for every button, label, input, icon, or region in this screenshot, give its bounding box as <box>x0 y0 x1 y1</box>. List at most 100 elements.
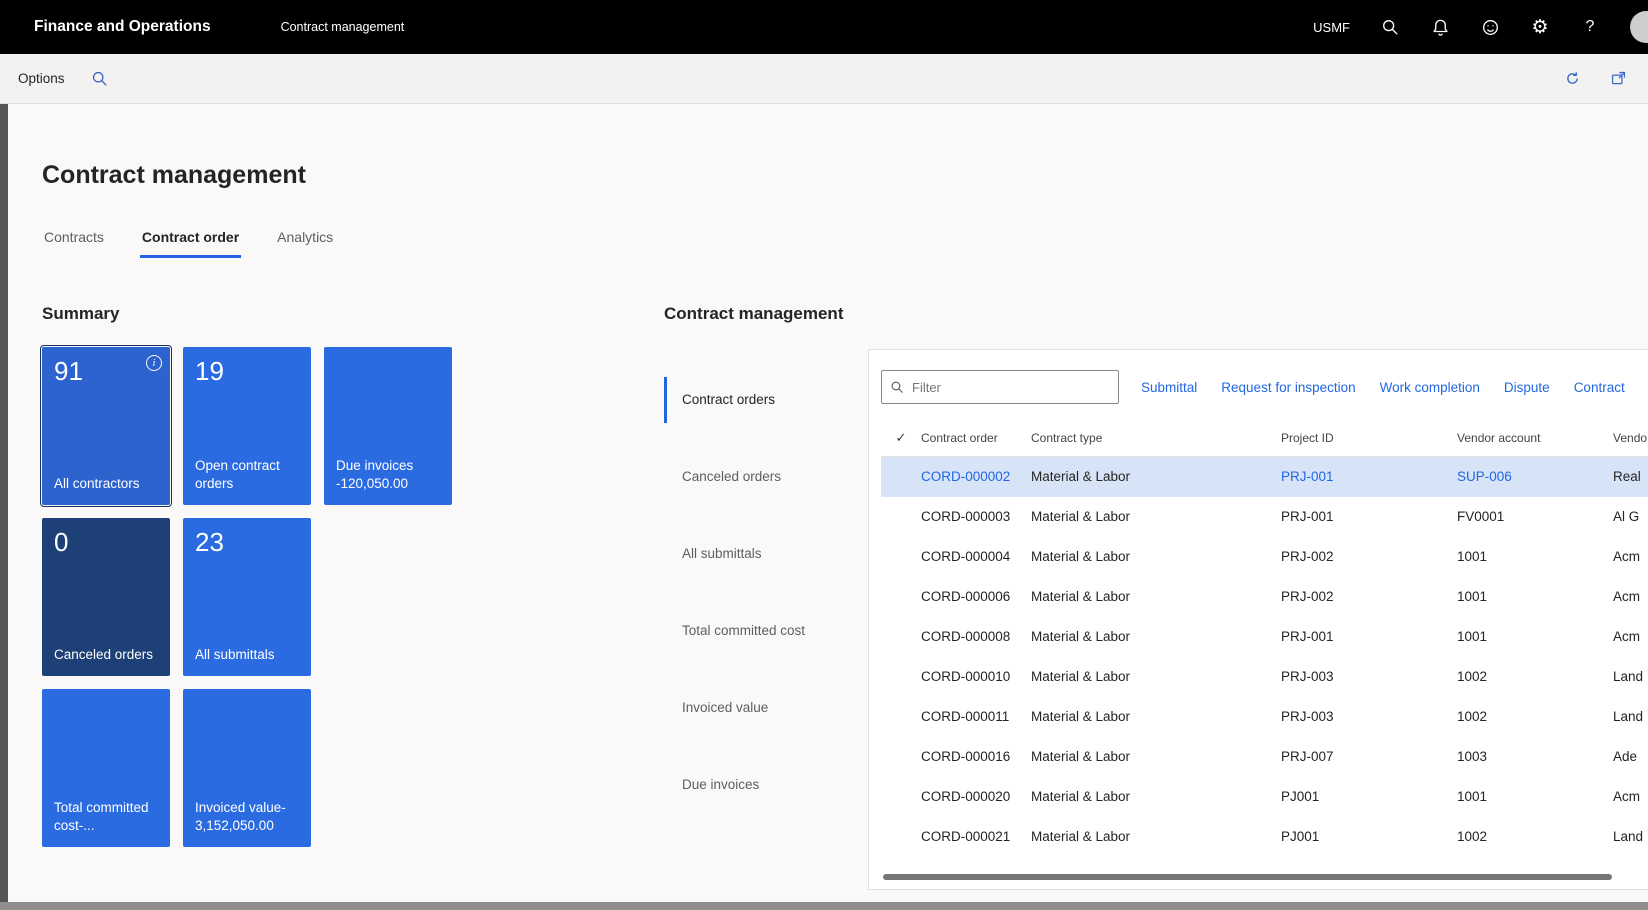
grid-toolbar: Submittal Request for inspection Work comp… <box>881 370 1648 404</box>
select-all-header[interactable]: ✓ <box>881 422 921 457</box>
top-nav-bar: Finance and Operations Contract manageme… <box>0 0 1648 54</box>
row-select-cell[interactable] <box>881 737 921 777</box>
grid-body: CORD-000002Material & LaborPRJ-001SUP-00… <box>881 457 1648 857</box>
panel-nav-due-invoices[interactable]: Due invoices <box>664 746 868 823</box>
contract-order-cell: CORD-000010 <box>921 657 1031 697</box>
action-pane-search-icon[interactable] <box>91 70 108 87</box>
row-select-cell[interactable] <box>881 457 921 497</box>
tile-value: 19 <box>195 357 299 387</box>
breadcrumb[interactable]: Contract management <box>281 20 405 34</box>
row-select-cell[interactable] <box>881 617 921 657</box>
column-header-project-id[interactable]: Project ID <box>1281 422 1457 457</box>
project-id-cell: PJ001 <box>1281 817 1457 857</box>
column-header-contract-type[interactable]: Contract type <box>1031 422 1281 457</box>
vendor-account-cell: 1003 <box>1457 737 1613 777</box>
refresh-icon[interactable] <box>1562 69 1582 89</box>
summary-tile-total-committed-cost[interactable]: Total committed cost-... <box>42 689 170 847</box>
feedback-smiley-icon[interactable] <box>1480 17 1500 37</box>
row-select-cell[interactable] <box>881 657 921 697</box>
table-row[interactable]: CORD-000016Material & LaborPRJ-0071003Ad… <box>881 737 1648 777</box>
vendor-name-cell: Acm <box>1613 577 1648 617</box>
table-row[interactable]: CORD-000002Material & LaborPRJ-001SUP-00… <box>881 457 1648 497</box>
vendor-account-cell: SUP-006 <box>1457 457 1613 497</box>
tile-label: Canceled orders <box>54 646 158 666</box>
help-icon[interactable]: ? <box>1580 17 1600 37</box>
contract-type-cell: Material & Labor <box>1031 697 1281 737</box>
contract-type-cell: Material & Labor <box>1031 737 1281 777</box>
table-row[interactable]: CORD-000021Material & LaborPJ0011002Land <box>881 817 1648 857</box>
grid-card: Submittal Request for inspection Work comp… <box>868 349 1648 890</box>
check-icon: ✓ <box>896 430 907 445</box>
summary-tile-all-contractors[interactable]: i91All contractors <box>42 347 170 505</box>
table-row[interactable]: CORD-000006Material & LaborPRJ-0021001Ac… <box>881 577 1648 617</box>
notifications-bell-icon[interactable] <box>1430 17 1450 37</box>
summary-tile-canceled-orders[interactable]: 0Canceled orders <box>42 518 170 676</box>
page-title: Contract management <box>42 160 1648 190</box>
panel-nav-invoiced-value[interactable]: Invoiced value <box>664 669 868 746</box>
action-submittal[interactable]: Submittal <box>1141 380 1197 395</box>
contract-type-cell: Material & Labor <box>1031 817 1281 857</box>
row-select-cell[interactable] <box>881 577 921 617</box>
row-select-cell[interactable] <box>881 497 921 537</box>
column-header-vendo[interactable]: Vendo <box>1613 422 1648 457</box>
vendor-account-cell: 1002 <box>1457 657 1613 697</box>
contract-order-cell: CORD-000008 <box>921 617 1031 657</box>
summary-tile-invoiced-value-3-152-050-00[interactable]: Invoiced value- 3,152,050.00 <box>183 689 311 847</box>
table-row[interactable]: CORD-000003Material & LaborPRJ-001FV0001… <box>881 497 1648 537</box>
tile-label: Invoiced value- 3,152,050.00 <box>195 799 299 837</box>
panel-nav-total-committed-cost[interactable]: Total committed cost <box>664 592 868 669</box>
column-header-vendor-account[interactable]: Vendor account <box>1457 422 1613 457</box>
options-menu[interactable]: Options <box>18 71 65 86</box>
row-select-cell[interactable] <box>881 537 921 577</box>
column-header-contract-order[interactable]: Contract order <box>921 422 1031 457</box>
vendor-name-cell: Land <box>1613 657 1648 697</box>
action-dispute[interactable]: Dispute <box>1504 380 1550 395</box>
summary-tile-due-invoices-120-050-00[interactable]: Due invoices -120,050.00 <box>324 347 452 505</box>
summary-tile-all-submittals[interactable]: 23All submittals <box>183 518 311 676</box>
filter-input[interactable] <box>910 379 1110 396</box>
row-select-cell[interactable] <box>881 817 921 857</box>
contract-type-cell: Material & Labor <box>1031 657 1281 697</box>
action-contract[interactable]: Contract <box>1574 380 1625 395</box>
table-row[interactable]: CORD-000011Material & LaborPRJ-0031002La… <box>881 697 1648 737</box>
company-picker[interactable]: USMF <box>1313 20 1350 35</box>
table-row[interactable]: CORD-000008Material & LaborPRJ-0011001Ac… <box>881 617 1648 657</box>
panel-nav-list: Contract ordersCanceled ordersAll submit… <box>664 349 868 890</box>
contract-type-cell: Material & Labor <box>1031 537 1281 577</box>
nav-collapsed-strip[interactable] <box>0 104 8 910</box>
search-icon[interactable] <box>1380 17 1400 37</box>
horizontal-scrollbar-thumb[interactable] <box>883 874 1612 880</box>
row-select-cell[interactable] <box>881 777 921 817</box>
project-id-cell: PRJ-003 <box>1281 697 1457 737</box>
vendor-name-cell: Real <box>1613 457 1648 497</box>
row-select-cell[interactable] <box>881 697 921 737</box>
project-id-cell: PRJ-001 <box>1281 617 1457 657</box>
contract-type-cell: Material & Labor <box>1031 497 1281 537</box>
panel-nav-contract-orders[interactable]: Contract orders <box>664 361 868 438</box>
tab-analytics[interactable]: Analytics <box>275 223 335 258</box>
tile-label: All contractors <box>54 475 158 495</box>
action-request-for-inspection[interactable]: Request for inspection <box>1221 380 1355 395</box>
contract-type-cell: Material & Labor <box>1031 577 1281 617</box>
tile-value: 23 <box>195 528 299 558</box>
user-avatar[interactable] <box>1630 11 1648 43</box>
tab-contracts[interactable]: Contracts <box>42 223 106 258</box>
table-row[interactable]: CORD-000010Material & LaborPRJ-0031002La… <box>881 657 1648 697</box>
action-pane: Options <box>0 54 1648 104</box>
action-pane-right <box>1562 69 1628 89</box>
table-row[interactable]: CORD-000004Material & LaborPRJ-0021001Ac… <box>881 537 1648 577</box>
open-in-new-window-icon[interactable] <box>1608 69 1628 89</box>
tab-contract-order[interactable]: Contract order <box>140 223 241 258</box>
app-title[interactable]: Finance and Operations <box>34 18 211 36</box>
settings-gear-icon[interactable]: ⚙ <box>1530 17 1550 37</box>
vendor-account-cell: 1001 <box>1457 617 1613 657</box>
action-work-completion[interactable]: Work completion <box>1380 380 1480 395</box>
tile-value: 91 <box>54 357 158 387</box>
contract-order-cell: CORD-000004 <box>921 537 1031 577</box>
summary-tile-open-contract-orders[interactable]: 19Open contract orders <box>183 347 311 505</box>
contract-order-cell: CORD-000021 <box>921 817 1031 857</box>
filter-box <box>881 370 1119 404</box>
panel-nav-all-submittals[interactable]: All submittals <box>664 515 868 592</box>
panel-nav-canceled-orders[interactable]: Canceled orders <box>664 438 868 515</box>
table-row[interactable]: CORD-000020Material & LaborPJ0011001Acm <box>881 777 1648 817</box>
